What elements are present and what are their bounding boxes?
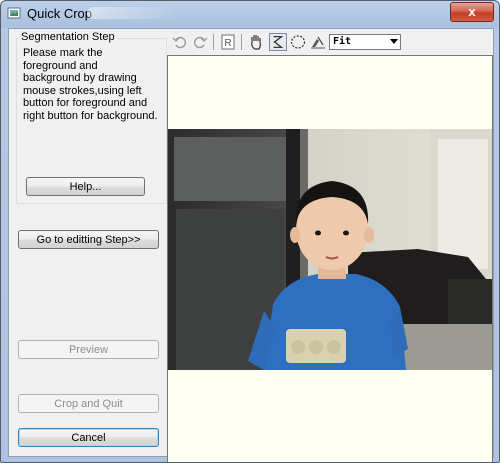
hand-icon[interactable] — [247, 33, 265, 51]
quick-crop-window: Quick Crop x Segmentation Step Please ma… — [0, 0, 500, 463]
toolbar: R Fit — [167, 32, 493, 54]
go-to-editing-step-button[interactable]: Go to editting Step>> — [18, 230, 159, 249]
photo-image[interactable] — [168, 129, 492, 370]
redo-icon[interactable] — [191, 33, 209, 51]
help-button[interactable]: Help... — [26, 177, 145, 196]
lasso-ellipse-icon[interactable] — [289, 33, 307, 51]
preview-button[interactable]: Preview — [18, 340, 159, 359]
eraser-icon[interactable] — [309, 33, 327, 51]
zoom-select[interactable]: Fit — [329, 34, 401, 50]
chevron-down-icon — [390, 39, 398, 44]
window-title: Quick Crop — [27, 6, 93, 21]
app-icon — [7, 7, 21, 19]
group-title: Segmentation Step — [19, 31, 117, 43]
close-button[interactable]: x — [450, 2, 494, 22]
title-bar[interactable]: Quick Crop x — [1, 1, 499, 27]
toolbar-separator — [241, 34, 242, 50]
undo-icon[interactable] — [171, 33, 189, 51]
stroke-brush-icon[interactable] — [269, 33, 287, 51]
client-area: Segmentation Step Please mark the foregr… — [8, 28, 494, 462]
cancel-button[interactable]: Cancel — [18, 428, 159, 447]
image-canvas[interactable] — [167, 55, 493, 462]
crop-and-quit-button[interactable]: Crop and Quit — [18, 394, 159, 413]
reset-icon[interactable]: R — [219, 33, 237, 51]
title-blurred-text — [87, 7, 177, 19]
zoom-value: Fit — [333, 36, 352, 47]
instructions-text: Please mark the foreground and backgroun… — [23, 47, 158, 122]
toolbar-separator — [213, 34, 214, 50]
svg-text:R: R — [224, 38, 231, 49]
